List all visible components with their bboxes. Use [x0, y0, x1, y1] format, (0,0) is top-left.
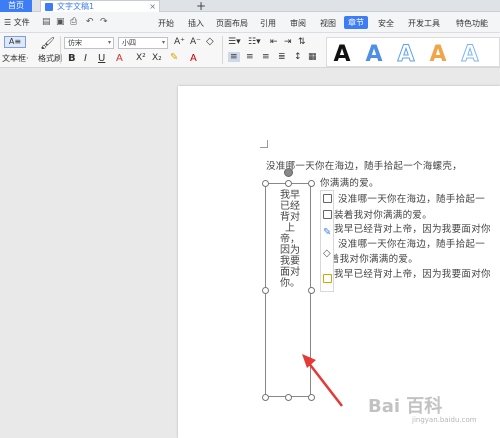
divider	[60, 36, 61, 64]
shape-style-icon[interactable]	[323, 210, 332, 219]
wordart-style-outline-light[interactable]: A	[457, 40, 483, 70]
rotate-handle-icon[interactable]	[284, 168, 293, 177]
resize-handle-right[interactable]	[308, 287, 315, 294]
home-tab[interactable]: 首页	[0, 0, 32, 12]
bullet-list-icon[interactable]: ☰▾	[228, 37, 241, 47]
doc-line[interactable]: 我早已经背对上帝，因为我要面对你	[334, 221, 491, 235]
align-left-icon[interactable]: ≡	[228, 52, 240, 62]
resize-handle-bottom[interactable]	[285, 394, 292, 401]
pen-icon[interactable]: ✎	[323, 228, 332, 238]
clear-format-icon[interactable]: ◇	[206, 36, 214, 47]
format-painter-button[interactable]: 格式刷	[38, 53, 62, 64]
vertical-text[interactable]: 我早已经背对上帝，因为我要面对你。	[279, 190, 301, 289]
doc-line[interactable]: 没准哪一天你在海边，随手拾起一	[338, 236, 485, 250]
fill-icon[interactable]: ◇	[323, 249, 332, 259]
doc-line[interactable]: 没准哪一天你在海边，随手拾起一个海螺壳，	[266, 158, 462, 172]
document-tab[interactable]: 文字文稿1 ×	[40, 0, 160, 12]
doc-line[interactable]: 你满满的爱。	[320, 175, 379, 189]
wordart-gallery: A A A A A	[326, 37, 500, 70]
menu-view[interactable]: 视图	[320, 18, 336, 29]
doc-line[interactable]: 没准哪一天你在海边，随手拾起一	[338, 191, 485, 205]
superscript-button[interactable]: X²	[136, 53, 146, 63]
italic-button[interactable]: I	[84, 53, 87, 64]
menu-reference[interactable]: 引用	[260, 18, 276, 29]
baidu-watermark-url: jingyan.baidu.com	[412, 416, 477, 424]
doc-line[interactable]: 装着我对你满满的爱。	[334, 207, 432, 221]
undo-icon[interactable]: ↶	[86, 17, 94, 27]
outline-icon[interactable]	[323, 274, 332, 283]
open-icon[interactable]: ▤	[42, 17, 51, 27]
document-tab-label: 文字文稿1	[57, 2, 95, 11]
resize-handle-top[interactable]	[285, 180, 292, 187]
highlight-icon[interactable]: ✎	[170, 52, 178, 63]
wordart-style-outline-blue[interactable]: A	[393, 40, 419, 70]
margin-corner-mark	[260, 140, 268, 148]
annotation-arrow-icon	[302, 354, 343, 407]
textbox-icon[interactable]: A≡	[4, 36, 26, 48]
menu-start[interactable]: 开始	[158, 18, 174, 29]
wordart-style-orange[interactable]: A	[425, 40, 451, 70]
indent-decrease-icon[interactable]: ⇤	[270, 37, 278, 47]
justify-icon[interactable]: ≣	[278, 52, 286, 62]
wordart-style-blue[interactable]: A	[361, 40, 387, 70]
menu-security[interactable]: 安全	[378, 18, 394, 29]
font-size-select[interactable]: 小四 ▾	[118, 37, 168, 49]
baidu-watermark: Bai 百科	[368, 396, 443, 417]
wordart-style-black[interactable]: A	[329, 40, 355, 70]
paintbrush-icon[interactable]: 🖌	[40, 36, 55, 50]
underline-button[interactable]: U	[98, 53, 105, 64]
strikethrough-icon[interactable]: A	[116, 53, 123, 64]
doc-line[interactable]: 我早已经背对上帝，因为我要面对你	[334, 266, 491, 280]
grow-font-button[interactable]: A⁺	[174, 37, 185, 47]
print-icon[interactable]: ⎙	[70, 17, 77, 27]
font-name-select[interactable]: 仿宋 ▾	[64, 37, 114, 49]
border-icon[interactable]: ▦	[308, 52, 317, 62]
document-icon	[45, 3, 53, 11]
menu-bar: ☰ 文件 ▤ ▣ ⎙ ↶ ↷ 开始 插入 页面布局 引用 审阅 视图 章节 安全…	[0, 12, 500, 33]
save-icon[interactable]: ▣	[56, 17, 65, 27]
close-tab-icon[interactable]: ×	[149, 1, 156, 12]
menu-insert[interactable]: 插入	[188, 18, 204, 29]
numbered-list-icon[interactable]: ☷▾	[248, 37, 261, 47]
title-bar: 首页 文字文稿1 × +	[0, 0, 500, 13]
shrink-font-button[interactable]: A⁻	[190, 37, 201, 47]
menu-review[interactable]: 审阅	[290, 18, 306, 29]
divider	[222, 36, 223, 64]
resize-handle-bottom-left[interactable]	[262, 394, 269, 401]
resize-handle-left[interactable]	[262, 287, 269, 294]
redo-icon[interactable]: ↷	[100, 17, 108, 27]
menu-developer[interactable]: 开发工具	[408, 18, 440, 29]
menu-features[interactable]: 特色功能	[456, 18, 488, 29]
menu-section[interactable]: 章节	[344, 16, 368, 29]
menu-page-layout[interactable]: 页面布局	[216, 18, 248, 29]
resize-handle-top-left[interactable]	[262, 180, 269, 187]
align-center-icon[interactable]: ≡	[246, 52, 254, 62]
resize-handle-top-right[interactable]	[308, 180, 315, 187]
file-menu[interactable]: ☰ 文件	[4, 17, 30, 28]
floating-toolbar: ✎ ◇	[320, 190, 334, 292]
bold-button[interactable]: B	[68, 53, 76, 64]
align-right-icon[interactable]: ≡	[262, 52, 270, 62]
subscript-button[interactable]: X₂	[152, 53, 162, 63]
sort-icon[interactable]: ⇅	[298, 37, 306, 47]
textbox-button[interactable]: 文本框·	[2, 53, 29, 64]
layout-options-icon[interactable]	[323, 194, 332, 203]
font-color-icon[interactable]: A	[190, 53, 197, 64]
indent-increase-icon[interactable]: ⇥	[284, 37, 292, 47]
line-spacing-icon[interactable]: ↕	[294, 52, 302, 62]
doc-line[interactable]: 装着我对你满满的爱。	[320, 251, 418, 265]
